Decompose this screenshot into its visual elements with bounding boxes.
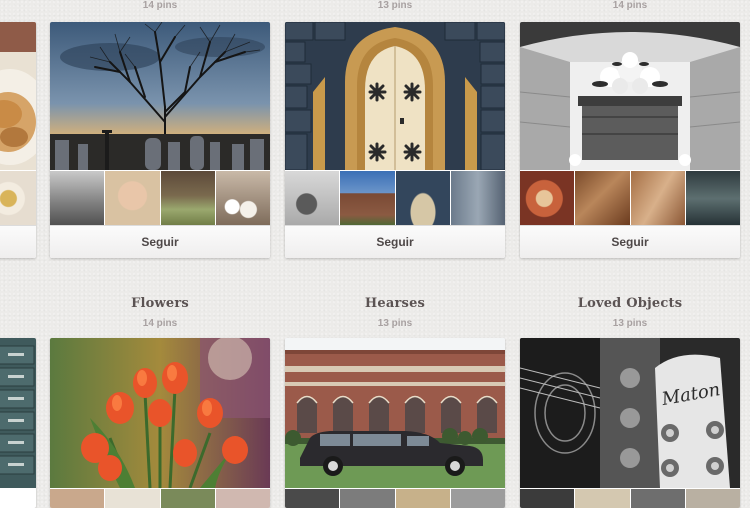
board-cover-image[interactable] — [520, 22, 740, 170]
board-card-partial-left[interactable] — [0, 22, 36, 258]
casket-photo — [520, 22, 740, 170]
flowers-photo — [215, 171, 270, 226]
board-pin-count: 14 pins — [142, 318, 178, 329]
board-cover-image[interactable] — [0, 22, 36, 170]
cabinet-drawers-photo — [0, 338, 36, 488]
board-thumbnails — [285, 489, 505, 508]
board-cover-image[interactable] — [285, 338, 505, 488]
vintage-photo — [105, 171, 160, 226]
board-thumbnails — [50, 171, 270, 226]
thumb — [50, 489, 105, 508]
thumb — [215, 489, 270, 508]
car-interior-photo — [685, 171, 740, 226]
follow-button[interactable]: Seguir — [50, 225, 270, 258]
follow-button[interactable]: Seguir — [520, 225, 740, 258]
thumb — [160, 489, 215, 508]
thumb — [395, 489, 450, 508]
board-thumbnails — [520, 171, 740, 226]
board-cover-image[interactable] — [50, 338, 270, 488]
board-pin-count: 14 pins — [612, 0, 648, 11]
food-photo — [0, 22, 36, 170]
gothic-door-photo — [285, 22, 505, 170]
thumb — [520, 489, 575, 508]
board-title[interactable]: Flowers — [50, 296, 270, 311]
thumb — [575, 489, 630, 508]
board-pin-count: 13 pins — [377, 0, 413, 11]
board-cover-image[interactable]: Maton — [520, 338, 740, 488]
board-cover-image[interactable] — [0, 338, 36, 488]
board-card-loved-objects[interactable]: Maton — [520, 338, 740, 508]
board-card-flowers[interactable] — [50, 338, 270, 508]
statue-photo — [285, 171, 340, 226]
thumb — [340, 489, 395, 508]
board-pin-count: 14 pins — [142, 0, 178, 11]
thumb — [450, 489, 505, 508]
field-photo — [160, 171, 215, 226]
board-card[interactable]: Seguir — [285, 22, 505, 258]
board-thumbnails — [50, 489, 270, 508]
board-thumbnails — [0, 171, 36, 226]
hearse-photo — [285, 338, 505, 488]
board-thumbnails — [285, 171, 505, 226]
follow-button[interactable] — [0, 225, 36, 258]
thumb — [105, 489, 160, 508]
church-photo — [340, 171, 395, 226]
board-thumbnails — [520, 489, 740, 508]
board-cover-image[interactable] — [285, 22, 505, 170]
tulips-photo — [50, 338, 270, 488]
wood-photo — [575, 171, 630, 226]
board-card[interactable]: Seguir — [520, 22, 740, 258]
cemetery-tree-photo — [50, 22, 270, 170]
board-pin-count: 13 pins — [612, 318, 648, 329]
gravestone-photo — [450, 171, 505, 226]
board-card[interactable]: Seguir — [50, 22, 270, 258]
food-thumb — [0, 171, 36, 226]
board-card-hearses[interactable] — [285, 338, 505, 508]
board-title[interactable]: Loved Objects — [520, 296, 740, 311]
board-pin-count: 13 pins — [377, 318, 413, 329]
guitar-headstock-photo: Maton — [520, 338, 740, 488]
board-title[interactable]: Hearses — [285, 296, 505, 311]
thumb — [685, 489, 740, 508]
wood-detail-photo — [630, 171, 685, 226]
board-card-partial-left[interactable] — [0, 338, 36, 508]
thumb — [630, 489, 685, 508]
board-cover-image[interactable] — [50, 22, 270, 170]
bouquet-photo — [520, 171, 575, 226]
arch-photo — [395, 171, 450, 226]
thumb — [285, 489, 340, 508]
street-photo — [50, 171, 105, 226]
follow-button[interactable]: Seguir — [285, 225, 505, 258]
